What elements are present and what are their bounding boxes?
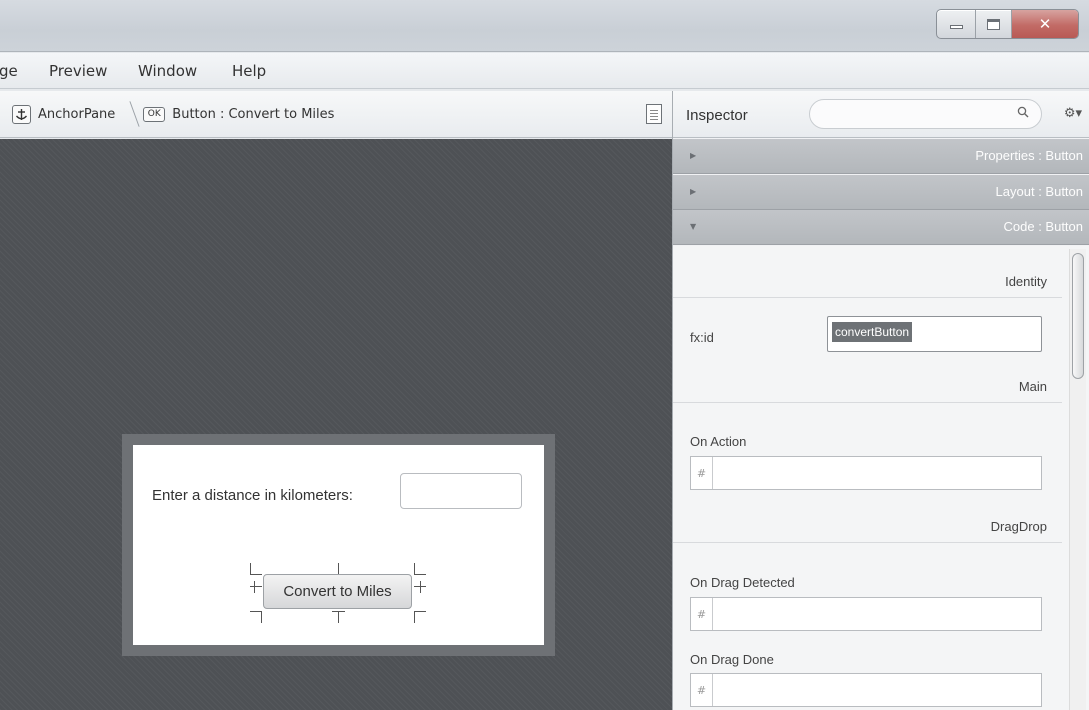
convert-button[interactable]: Convert to Miles bbox=[263, 574, 412, 609]
inspector-scrollbar[interactable] bbox=[1069, 249, 1086, 710]
anchor-pane-frame[interactable]: Enter a distance in kilometers: Convert … bbox=[122, 434, 555, 656]
on-drag-detected-label: On Drag Detected bbox=[690, 575, 795, 590]
identity-header: Identity bbox=[673, 264, 1062, 298]
expand-arrow-icon: ▶ bbox=[690, 187, 697, 196]
section-code[interactable]: ▼ Code : Button bbox=[673, 210, 1089, 245]
breadcrumb-separator bbox=[118, 101, 140, 127]
section-layout[interactable]: ▶ Layout : Button bbox=[673, 175, 1089, 210]
window-controls: ✕ bbox=[936, 9, 1079, 39]
inspector-panel: Inspector ⚙▾ ▶ Properties : Button ▶ Lay… bbox=[672, 91, 1089, 710]
distance-input[interactable] bbox=[400, 473, 522, 509]
breadcrumb: AnchorPane OK Button : Convert to Miles bbox=[0, 91, 672, 138]
minimize-button[interactable] bbox=[937, 10, 977, 38]
hash-icon: # bbox=[691, 598, 713, 630]
close-icon: ✕ bbox=[1038, 15, 1052, 33]
distance-label[interactable]: Enter a distance in kilometers: bbox=[152, 487, 353, 504]
maximize-icon bbox=[987, 18, 1001, 30]
selection-handle[interactable] bbox=[414, 574, 426, 575]
on-action-field[interactable]: # bbox=[690, 456, 1042, 490]
menu-item-arrange[interactable]: ge bbox=[0, 62, 49, 80]
breadcrumb-anchorpane[interactable]: AnchorPane bbox=[38, 107, 115, 122]
code-section-content: Identity fx:id convertButton Main On Act… bbox=[673, 246, 1089, 710]
button-type-icon: OK bbox=[143, 106, 166, 122]
fxid-label: fx:id bbox=[690, 330, 714, 345]
gear-icon[interactable]: ⚙▾ bbox=[1064, 106, 1082, 121]
menu-bar: ge Preview Window Help bbox=[0, 53, 1089, 89]
document-icon[interactable] bbox=[646, 104, 662, 124]
on-drag-done-label: On Drag Done bbox=[690, 652, 774, 667]
menu-item-preview[interactable]: Preview bbox=[49, 62, 138, 80]
on-drag-detected-field[interactable]: # bbox=[690, 597, 1042, 631]
hash-icon: # bbox=[691, 674, 713, 706]
window-title-bar: ✕ bbox=[0, 0, 1089, 52]
inspector-header: Inspector ⚙▾ bbox=[673, 91, 1089, 138]
hash-icon: # bbox=[691, 457, 713, 489]
fxid-field[interactable]: convertButton bbox=[827, 316, 1042, 352]
expand-arrow-icon: ▶ bbox=[690, 151, 697, 160]
fxid-value: convertButton bbox=[832, 322, 913, 342]
selection-handle[interactable] bbox=[250, 586, 262, 587]
selection-handle[interactable] bbox=[338, 611, 339, 623]
on-action-label: On Action bbox=[690, 434, 747, 449]
collapse-arrow-icon: ▼ bbox=[690, 222, 697, 231]
inspector-search-input[interactable] bbox=[809, 99, 1042, 129]
anchor-pane[interactable]: Enter a distance in kilometers: Convert … bbox=[133, 445, 544, 645]
selection-handle[interactable] bbox=[414, 611, 426, 612]
minimize-icon bbox=[949, 25, 963, 29]
selection-handle[interactable] bbox=[261, 611, 262, 623]
selection-handle[interactable] bbox=[414, 611, 415, 623]
design-canvas[interactable]: Enter a distance in kilometers: Convert … bbox=[0, 139, 672, 710]
search-icon bbox=[1017, 106, 1029, 118]
menu-item-help[interactable]: Help bbox=[232, 62, 266, 80]
selection-handle[interactable] bbox=[250, 574, 262, 575]
maximize-button[interactable] bbox=[976, 10, 1012, 38]
selection-handle[interactable] bbox=[254, 581, 255, 593]
inspector-title: Inspector bbox=[686, 107, 748, 124]
close-button[interactable]: ✕ bbox=[1011, 10, 1078, 38]
breadcrumb-current[interactable]: Button : Convert to Miles bbox=[172, 107, 334, 122]
dragdrop-header: DragDrop bbox=[673, 509, 1062, 543]
menu-item-window[interactable]: Window bbox=[138, 62, 232, 80]
selection-handle[interactable] bbox=[420, 581, 421, 593]
scrollbar-thumb[interactable] bbox=[1072, 253, 1084, 379]
section-properties[interactable]: ▶ Properties : Button bbox=[673, 139, 1089, 174]
on-drag-done-field[interactable]: # bbox=[690, 673, 1042, 707]
main-header: Main bbox=[673, 369, 1062, 403]
anchor-icon bbox=[12, 104, 31, 124]
